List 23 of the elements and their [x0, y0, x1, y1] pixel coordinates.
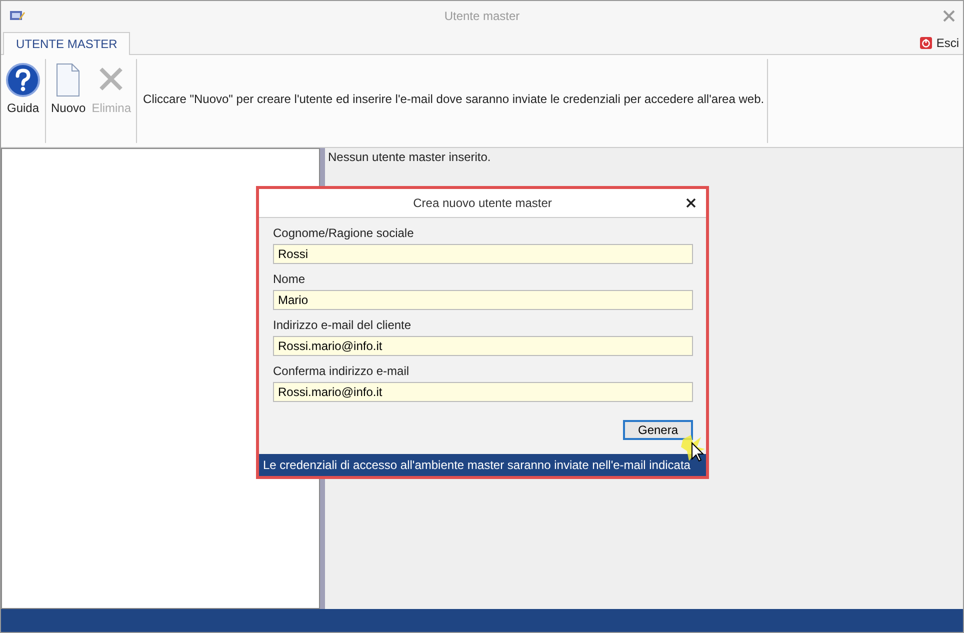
close-icon[interactable]	[686, 198, 696, 208]
app-icon	[9, 8, 25, 22]
window-title: Utente master	[444, 8, 520, 22]
power-icon	[920, 37, 932, 49]
ribbon-tab[interactable]: UTENTE MASTER	[3, 32, 130, 55]
field-label: Nome	[273, 272, 306, 286]
field-label: Cognome/Ragione sociale	[273, 226, 415, 240]
field-label: Conferma indirizzo e-mail	[273, 364, 410, 378]
new-button[interactable]: Nuovo	[48, 59, 89, 143]
generate-button[interactable]: Genera	[623, 420, 693, 440]
help-icon	[6, 63, 40, 97]
field-label: Indirizzo e-mail del cliente	[273, 318, 412, 332]
instruction-text: Cliccare "Nuovo" per creare l'utente ed inserire l'e-mail dove saranno inviate le credenziali per accedere all'area web.	[137, 59, 768, 143]
document-icon	[55, 63, 82, 97]
input-field[interactable]: Mario	[273, 290, 693, 310]
input-field[interactable]: Rossi.mario@info.it	[273, 382, 693, 402]
input-field[interactable]: Rossi.mario@info.it	[273, 336, 693, 356]
help-button[interactable]: Guida	[3, 59, 43, 143]
input-field[interactable]: Rossi	[273, 244, 693, 264]
exit-button[interactable]: Esci	[916, 36, 963, 54]
dialog-title: Crea nuovo utente master	[413, 196, 552, 210]
info-text: Le credenziali di accesso all'ambiente master saranno inviate nell'e-mail indicata	[263, 458, 690, 472]
empty-message: Nessun utente master inserito.	[328, 150, 491, 164]
